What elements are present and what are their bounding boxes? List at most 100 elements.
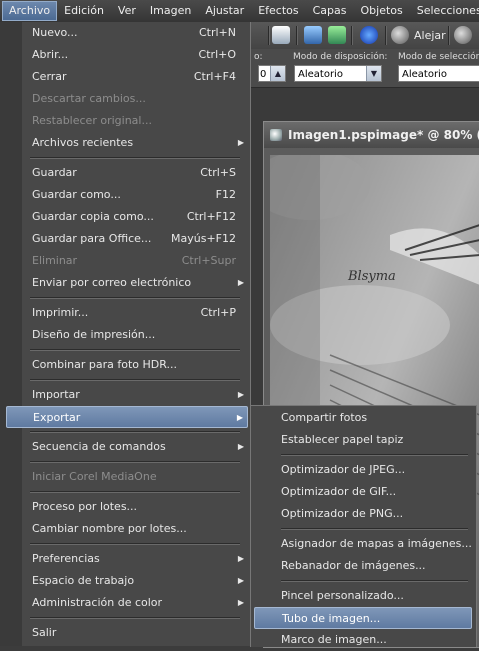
submenu-item-marco-de-imagen[interactable]: Marco de imagen... — [251, 629, 474, 651]
zoom-in-icon[interactable] — [454, 26, 472, 44]
menu-item-guardar[interactable]: Guardar Ctrl+S — [22, 162, 248, 184]
menu-item-guardar-para-office[interactable]: Guardar para Office... Mayús+F12 — [22, 228, 248, 250]
zoom-out-label[interactable]: Alejar — [414, 29, 446, 42]
submenu-item-establecer-papel-tapiz[interactable]: Establecer papel tapiz — [251, 429, 474, 451]
menu-capas[interactable]: Capas — [306, 1, 354, 21]
menu-item-secuencia-de-comandos[interactable]: Secuencia de comandos ▶ — [22, 436, 248, 458]
tool-options-bar: o: 0 ▲ Modo de disposición: Aleatorio ▼ … — [250, 49, 479, 88]
menu-archivo[interactable]: Archivo — [2, 1, 58, 21]
edit-document-icon[interactable] — [272, 26, 290, 44]
submenu-item-optimizador-gif[interactable]: Optimizador de GIF... — [251, 481, 474, 503]
menu-ajustar[interactable]: Ajustar — [198, 1, 251, 21]
menu-item-cerrar[interactable]: Cerrar Ctrl+F4 — [22, 66, 248, 88]
toolbar-separator — [296, 26, 298, 45]
menu-ver[interactable]: Ver — [111, 1, 143, 21]
spinner-arrows-icon[interactable]: ▲ — [270, 66, 285, 81]
image-export-icon[interactable] — [328, 26, 346, 44]
menu-efectos[interactable]: Efectos — [251, 1, 305, 21]
image-window-titlebar[interactable]: Imagen1.pspimage* @ 80% (Tr — [264, 122, 479, 148]
placement-mode-select[interactable]: Aleatorio ▼ — [294, 65, 382, 82]
placement-mode-label: Modo de disposición: — [293, 52, 388, 62]
zoom-out-icon[interactable] — [391, 26, 409, 44]
menu-item-label: Descartar cambios... — [32, 92, 146, 105]
submenu-item-optimizador-png[interactable]: Optimizador de PNG... — [251, 503, 474, 525]
selection-mode-label: Modo de selección: — [398, 52, 479, 62]
menu-objetos[interactable]: Objetos — [354, 1, 410, 21]
menu-item-label: Cerrar — [32, 70, 67, 83]
menu-imagen[interactable]: Imagen — [143, 1, 198, 21]
submenu-item-asignador-mapas[interactable]: Asignador de mapas a imágenes... — [251, 533, 474, 555]
menu-item-label: Guardar copia como... — [32, 210, 154, 223]
menu-item-abrir[interactable]: Abrir... Ctrl+O — [22, 44, 248, 66]
submenu-arrow-icon: ▶ — [236, 413, 243, 422]
image-window-title: Imagen1.pspimage* @ 80% (Tr — [288, 128, 479, 142]
menu-bar: Archivo Edición Ver Imagen Ajustar Efect… — [0, 0, 479, 23]
menu-separator — [281, 454, 468, 456]
submenu-item-pincel-personalizado[interactable]: Pincel personalizado... — [251, 585, 474, 607]
toolbar-separator — [385, 26, 387, 45]
info-icon[interactable] — [360, 26, 378, 44]
menu-item-salir[interactable]: Salir — [22, 622, 248, 644]
selection-mode-value: Aleatorio — [402, 69, 447, 80]
menu-item-exportar[interactable]: Exportar ▶ — [6, 406, 248, 428]
menu-selecciones[interactable]: Selecciones — [410, 1, 479, 21]
menu-item-cambiar-nombre-lotes[interactable]: Cambiar nombre por lotes... — [22, 518, 248, 540]
submenu-arrow-icon: ▶ — [237, 554, 244, 563]
menu-separator — [30, 461, 240, 463]
spacing-value: 0 — [260, 69, 267, 80]
placement-mode-value: Aleatorio — [298, 69, 343, 80]
menu-item-diseno-de-impresion[interactable]: Diseño de impresión... — [22, 324, 248, 346]
menu-separator — [30, 157, 240, 159]
menu-item-administracion-de-color[interactable]: Administración de color ▶ — [22, 592, 248, 614]
submenu-item-tubo-de-imagen[interactable]: Tubo de imagen... — [254, 607, 472, 629]
menu-item-shortcut: Ctrl+F12 — [186, 210, 236, 223]
menu-item-shortcut: Ctrl+N — [198, 26, 236, 39]
menu-item-archivos-recientes[interactable]: Archivos recientes ▶ — [22, 132, 248, 154]
submenu-arrow-icon: ▶ — [237, 138, 244, 147]
menu-item-enviar-por-correo[interactable]: Enviar por correo electrónico ▶ — [22, 272, 248, 294]
selection-mode-select[interactable]: Aleatorio — [398, 65, 479, 82]
menu-item-label: Guardar como... — [32, 188, 121, 201]
menu-item-guardar-como[interactable]: Guardar como... F12 — [22, 184, 248, 206]
submenu-arrow-icon: ▶ — [237, 598, 244, 607]
menu-item-label: Diseño de impresión... — [32, 328, 156, 341]
menu-separator — [30, 349, 240, 351]
menu-item-espacio-de-trabajo[interactable]: Espacio de trabajo ▶ — [22, 570, 248, 592]
menu-item-shortcut: Ctrl+F4 — [193, 70, 236, 83]
menu-item-combinar-hdr[interactable]: Combinar para foto HDR... — [22, 354, 248, 376]
menu-item-nuevo[interactable]: Nuevo... Ctrl+N — [22, 22, 248, 44]
menu-item-label: Enviar por correo electrónico — [32, 276, 192, 289]
submenu-arrow-icon: ▶ — [237, 390, 244, 399]
document-icon — [270, 129, 282, 141]
menu-item-guardar-copia-como[interactable]: Guardar copia como... Ctrl+F12 — [22, 206, 248, 228]
submenu-item-rebanador-imagenes[interactable]: Rebanador de imágenes... — [251, 555, 474, 577]
submenu-arrow-icon: ▶ — [237, 442, 244, 451]
menu-item-iniciar-mediaone: Iniciar Corel MediaOne — [22, 466, 248, 488]
spacing-spinner[interactable]: 0 ▲ — [258, 65, 286, 82]
menu-item-label: Eliminar — [32, 254, 78, 267]
menu-item-importar[interactable]: Importar ▶ — [22, 384, 248, 406]
submenu-item-optimizador-jpeg[interactable]: Optimizador de JPEG... — [251, 459, 474, 481]
options-label-tail: o: — [254, 52, 263, 62]
menu-separator — [30, 617, 240, 619]
menu-separator — [281, 528, 468, 530]
menu-item-label: Secuencia de comandos — [32, 440, 166, 453]
menu-item-label: Proceso por lotes... — [32, 500, 138, 513]
submenu-arrow-icon: ▶ — [237, 278, 244, 287]
menu-separator — [30, 297, 240, 299]
chevron-down-icon[interactable]: ▼ — [366, 66, 381, 81]
menu-separator — [30, 491, 240, 493]
menu-icon-gutter — [0, 22, 22, 646]
menu-item-label: Restablecer original... — [32, 114, 152, 127]
menu-edicion[interactable]: Edición — [57, 1, 111, 21]
menu-item-shortcut: Ctrl+Supr — [181, 254, 236, 267]
toolbar-separator — [268, 26, 270, 45]
menu-item-restablecer-original: Restablecer original... — [22, 110, 248, 132]
menu-item-imprimir[interactable]: Imprimir... Ctrl+P — [22, 302, 248, 324]
submenu-item-compartir-fotos[interactable]: Compartir fotos — [251, 407, 474, 429]
menu-item-label: Importar — [32, 388, 80, 401]
menu-item-proceso-por-lotes[interactable]: Proceso por lotes... — [22, 496, 248, 518]
menu-item-label: Espacio de trabajo — [32, 574, 135, 587]
browse-photos-icon[interactable] — [304, 26, 322, 44]
menu-item-preferencias[interactable]: Preferencias ▶ — [22, 548, 248, 570]
